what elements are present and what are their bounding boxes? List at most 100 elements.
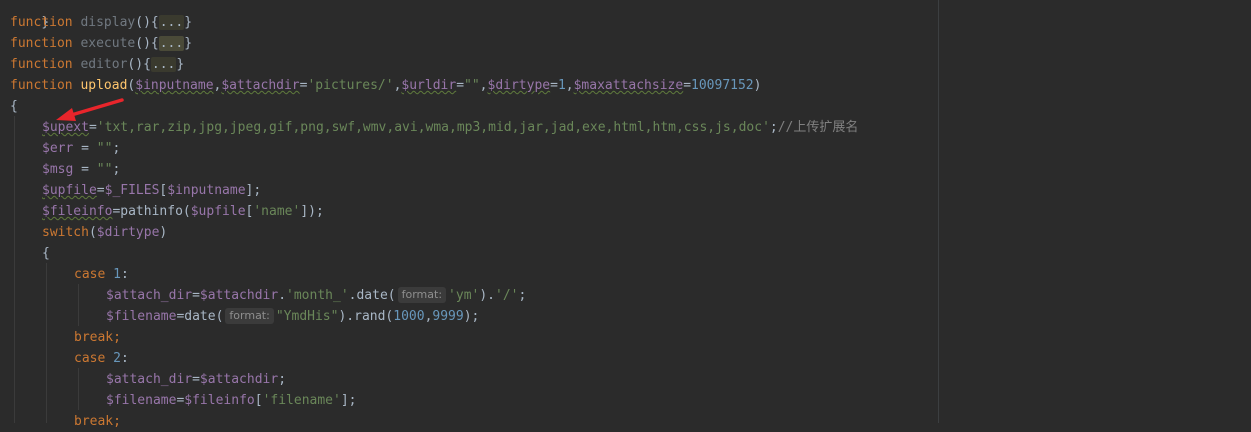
parens: () [135, 36, 151, 51]
code-line[interactable]: function execute(){...} [10, 33, 192, 54]
brace: } [176, 57, 185, 72]
code-line[interactable]: $upfile=$_FILES[$inputname]; [42, 180, 261, 201]
code-line[interactable]: { [10, 96, 18, 117]
variable: $inputname [167, 183, 246, 198]
brace: { [150, 36, 159, 51]
parens: () [127, 57, 144, 72]
number-literal: 10097152 [691, 78, 754, 93]
code-line[interactable]: $attach_dir=$attachdir; [106, 369, 286, 390]
code-line[interactable]: break; [74, 327, 121, 348]
variable: $fileinfo [42, 204, 113, 219]
code-line[interactable]: { [42, 243, 50, 264]
code-line[interactable]: $filename=date(format: "YmdHis").rand(100… [106, 306, 479, 327]
superglobal: $_FILES [104, 183, 160, 198]
brace: { [42, 246, 50, 261]
bracket: [ [254, 393, 263, 408]
keyword: function [10, 36, 73, 51]
folded-code-block[interactable]: ... [150, 57, 177, 72]
string-literal: 'name' [253, 204, 301, 219]
operator: = [96, 183, 105, 198]
number-literal: 2 [113, 351, 121, 366]
parameter: $urldir [401, 78, 457, 93]
folded-code-block[interactable]: ... [158, 15, 185, 30]
function-call: =pathinfo( [112, 204, 191, 219]
function-call: ).rand( [338, 309, 394, 324]
operator: = [73, 141, 97, 156]
function-call: =date( [176, 309, 224, 324]
paren: ) [753, 78, 762, 93]
brace: } [184, 36, 193, 51]
variable: $upfile [190, 204, 246, 219]
bracket: ]; [245, 183, 262, 198]
brace: { [10, 99, 18, 114]
code-editor[interactable]: } function display(){...} function execu… [0, 0, 1251, 429]
paren: ); [463, 309, 480, 324]
code-line[interactable]: case 1: [74, 264, 129, 285]
indent-guide [78, 284, 79, 326]
variable: $filename [106, 309, 177, 324]
string-literal: 'txt,rar,zip,jpg,jpeg,gif,png,swf,wmv,av… [96, 120, 770, 135]
indent-guide [78, 368, 79, 410]
code-line[interactable]: $attach_dir=$attachdir.'month_'.date(for… [106, 285, 526, 306]
code-line[interactable]: } [10, 0, 49, 30]
function-name: execute [80, 36, 136, 51]
code-line[interactable]: $upext='txt,rar,zip,jpg,jpeg,gif,png,swf… [42, 117, 858, 138]
code-comment: //上传扩展名 [777, 120, 859, 135]
code-line[interactable]: break; [74, 411, 121, 432]
string-literal: "" [464, 78, 480, 93]
indent-guide [46, 263, 47, 423]
paren: ( [88, 225, 97, 240]
variable: $attachdir [199, 288, 279, 303]
comma: , [479, 78, 488, 93]
string-literal: 'month_' [286, 288, 349, 303]
keyword: case [74, 351, 106, 366]
parens: () [135, 15, 151, 30]
keyword: break; [74, 330, 121, 345]
parameter-hint: format: [397, 287, 447, 303]
keyword: break; [74, 414, 121, 429]
parameter: $dirtype [487, 78, 551, 93]
operator: = [683, 78, 692, 93]
bracket: ]; [340, 393, 357, 408]
function-name: display [80, 15, 136, 30]
function-name: upload [80, 78, 128, 93]
number-literal: 1 [557, 78, 566, 93]
code-line[interactable]: $err = ""; [42, 138, 120, 159]
parameter: $attachdir [221, 78, 300, 93]
code-line[interactable]: $msg = ""; [42, 159, 120, 180]
right-margin-guide [938, 0, 939, 423]
red-arrow-icon [56, 98, 124, 121]
bracket: ]); [300, 204, 324, 219]
variable: $upfile [42, 183, 97, 198]
variable: $filename [106, 393, 177, 408]
keyword: case [74, 267, 106, 282]
code-line[interactable]: function display(){...} [10, 12, 192, 33]
code-line[interactable]: function upload($inputname,$attachdir='p… [10, 75, 761, 96]
operator: = [456, 78, 465, 93]
variable: $msg [42, 162, 74, 177]
code-line[interactable]: switch($dirtype) [42, 222, 167, 243]
string-literal: '/' [495, 288, 519, 303]
number-literal: 1000 [393, 309, 425, 324]
variable: $dirtype [96, 225, 160, 240]
code-line[interactable]: $fileinfo=pathinfo($upfile['name']); [42, 201, 324, 222]
code-line[interactable]: case 2: [74, 348, 129, 369]
paren: ) [159, 225, 168, 240]
semicolon: ; [112, 162, 121, 177]
code-line[interactable]: $filename=$fileinfo['filename']; [106, 390, 357, 411]
code-line[interactable]: function editor(){...} [10, 54, 184, 75]
brace: { [150, 15, 159, 30]
semicolon: ; [278, 372, 287, 387]
operator: ). [479, 288, 496, 303]
string-literal: 'filename' [262, 393, 341, 408]
keyword: function [10, 57, 73, 72]
variable: $attach_dir [106, 372, 193, 387]
brace: } [184, 15, 193, 30]
semicolon: ; [518, 288, 527, 303]
number-literal: 9999 [432, 309, 464, 324]
folded-code-block[interactable]: ... [158, 36, 185, 51]
operator: = [192, 288, 200, 303]
variable: $fileinfo [184, 393, 255, 408]
colon: : [120, 351, 129, 366]
comma: , [565, 78, 574, 93]
